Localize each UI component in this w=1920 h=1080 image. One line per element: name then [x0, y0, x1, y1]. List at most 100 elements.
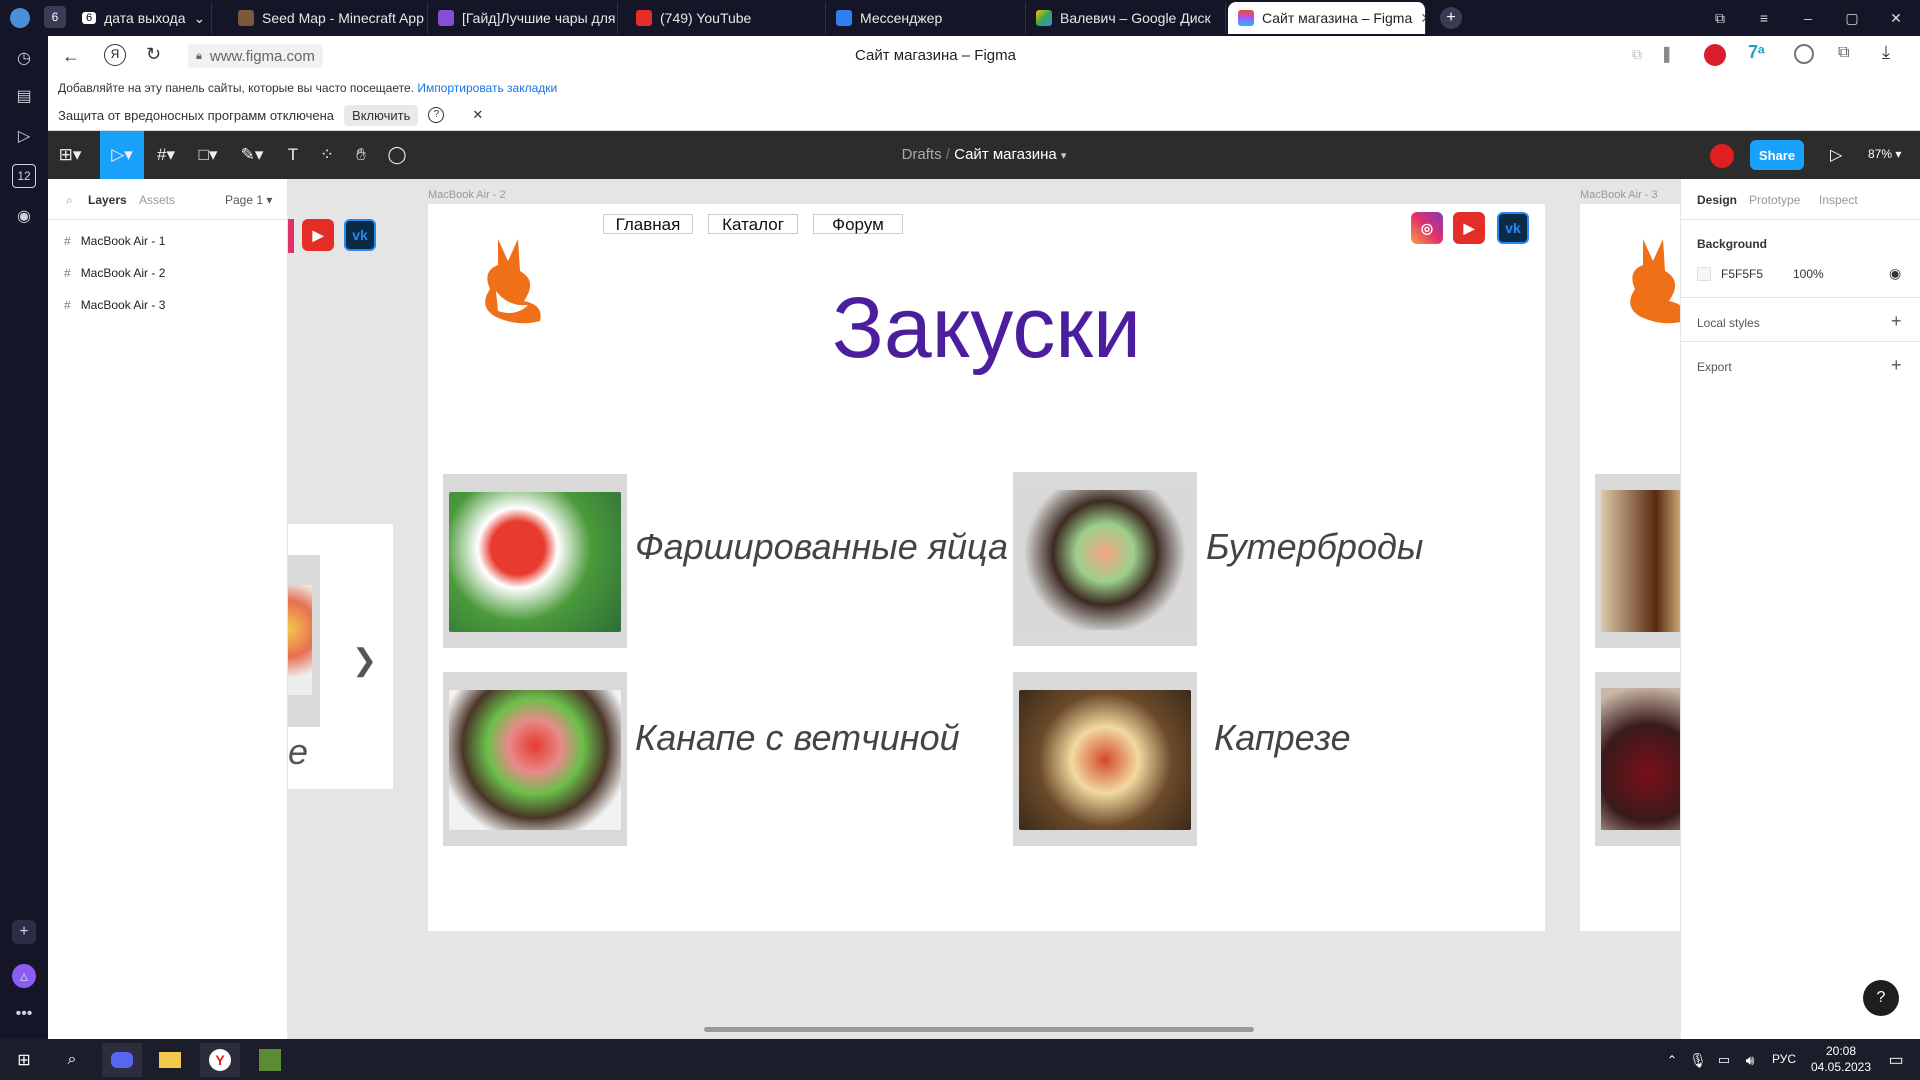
back-icon[interactable]: ←: [62, 46, 80, 67]
more-icon[interactable]: •••: [12, 1002, 36, 1026]
frame-1-header[interactable]: [288, 204, 393, 524]
window-close-icon[interactable]: ✕: [1876, 0, 1916, 36]
add-panel-icon[interactable]: +: [12, 920, 36, 944]
search-icon[interactable]: ⌕: [52, 1043, 92, 1077]
comment-tool-icon[interactable]: ◯: [382, 131, 412, 179]
tab-1[interactable]: Seed Map - Minecraft App: [228, 2, 428, 34]
language-indicator[interactable]: РУС: [1772, 1052, 1796, 1066]
product-image[interactable]: [1013, 472, 1197, 646]
nav-home[interactable]: Главная: [603, 214, 693, 234]
collections-icon[interactable]: ⧉: [1700, 0, 1740, 36]
product-image[interactable]: [443, 672, 627, 846]
tab-design[interactable]: Design: [1697, 193, 1737, 207]
components-icon[interactable]: ⁘: [312, 131, 342, 179]
avatar[interactable]: [1710, 144, 1734, 168]
tab-counter-badge[interactable]: 6: [44, 6, 66, 28]
layer-item[interactable]: # MacBook Air - 1: [64, 229, 284, 253]
address-field[interactable]: 🔒︎ www.figma.com: [188, 44, 323, 68]
youtube-icon[interactable]: ▶: [1453, 212, 1485, 244]
product-image[interactable]: [1595, 672, 1680, 846]
drafts-link[interactable]: Drafts: [902, 146, 942, 163]
layer-item[interactable]: # MacBook Air - 2: [64, 261, 284, 285]
background-opacity[interactable]: 100%: [1793, 267, 1824, 281]
logo[interactable]: [1595, 214, 1680, 344]
windows-start-icon[interactable]: ⊞: [4, 1043, 44, 1077]
minimize-icon[interactable]: –: [1788, 0, 1828, 36]
network-icon[interactable]: ▭: [1712, 1043, 1736, 1077]
shape-tool-icon[interactable]: □▾: [188, 131, 228, 179]
yandex-icon[interactable]: Я: [104, 44, 126, 66]
zoom-level[interactable]: 87% ▾: [1868, 147, 1901, 161]
import-bookmarks-link[interactable]: Импортировать закладки: [417, 81, 557, 95]
globe-icon[interactable]: [1794, 44, 1814, 64]
figma-canvas[interactable]: ▶ vk е ❯ MacBook Air - 2 Главная Каталог…: [288, 179, 1680, 1039]
add-export-icon[interactable]: +: [1891, 355, 1902, 376]
tab-assets[interactable]: Assets: [139, 193, 175, 207]
volume-icon[interactable]: 🔊︎: [1738, 1043, 1762, 1077]
tab-layers[interactable]: Layers: [88, 193, 127, 207]
nav-forum[interactable]: Форум: [813, 214, 903, 234]
youtube-icon[interactable]: ▶: [302, 219, 334, 251]
tab-prototype[interactable]: Prototype: [1749, 193, 1800, 207]
frame-tool-icon[interactable]: #▾: [146, 131, 186, 179]
bookmark-icon[interactable]: ❚: [1660, 44, 1673, 64]
file-name[interactable]: Сайт магазина: [954, 146, 1057, 163]
tab-3[interactable]: (749) YouTube: [626, 2, 826, 34]
frame-label[interactable]: MacBook Air - 2: [428, 189, 506, 201]
share-button[interactable]: Share: [1750, 140, 1804, 170]
discord-icon[interactable]: [102, 1043, 142, 1077]
extensions-icon[interactable]: ⧉: [1838, 44, 1849, 62]
product-image[interactable]: [443, 474, 627, 648]
calendar-icon[interactable]: 12: [12, 164, 36, 188]
download-icon[interactable]: ⤓: [1882, 42, 1890, 63]
file-explorer-icon[interactable]: [150, 1043, 190, 1077]
frame-macbook-air-3[interactable]: [1580, 204, 1680, 931]
tab-0[interactable]: 6 дата выхода ⌄: [72, 2, 212, 34]
help-circle-icon[interactable]: ?: [428, 107, 445, 123]
notifications-icon[interactable]: ▭: [1876, 1043, 1916, 1077]
close-icon[interactable]: ✕: [472, 107, 483, 123]
product-image[interactable]: [1595, 474, 1680, 648]
vk-icon[interactable]: vk: [344, 219, 376, 251]
product-name[interactable]: Капрезе: [1214, 717, 1351, 759]
product-name[interactable]: Бутерброды: [1206, 526, 1423, 568]
adblock-icon[interactable]: [1704, 44, 1726, 66]
play-icon[interactable]: ▷: [12, 124, 36, 148]
camera-icon[interactable]: ◉: [12, 204, 36, 228]
move-tool-icon[interactable]: ▷▾: [100, 131, 144, 179]
close-icon[interactable]: ✕: [1420, 10, 1425, 27]
present-icon[interactable]: ▷: [1830, 145, 1842, 165]
eye-icon[interactable]: ◉: [1889, 265, 1901, 282]
reload-icon[interactable]: ↻: [146, 44, 161, 65]
chevron-up-icon[interactable]: ⌃: [1660, 1043, 1684, 1077]
frame-macbook-air-2[interactable]: Главная Каталог Форум ◎ ▶ vk Закуски Фар…: [428, 204, 1545, 931]
instagram-icon[interactable]: [288, 219, 294, 253]
history-icon[interactable]: ◷: [12, 46, 36, 70]
maximize-icon[interactable]: ▢: [1832, 0, 1872, 36]
instagram-icon[interactable]: ◎: [1411, 212, 1443, 244]
minecraft-icon[interactable]: [250, 1043, 290, 1077]
tab-inspect[interactable]: Inspect: [1819, 193, 1858, 207]
add-style-icon[interactable]: +: [1891, 311, 1902, 332]
clock[interactable]: 20:08 04.05.2023: [1806, 1043, 1876, 1075]
tab-2[interactable]: [Гайд]Лучшие чары для в...: [428, 2, 618, 34]
hand-tool-icon[interactable]: ✋︎: [346, 131, 376, 179]
product-name[interactable]: Канапе с ветчиной: [635, 717, 960, 759]
notes-icon[interactable]: ▤: [12, 84, 36, 108]
page-selector[interactable]: Page 1 ▾: [225, 193, 272, 207]
tab-5[interactable]: Валевич – Google Диск: [1026, 2, 1226, 34]
alice-assistant-icon[interactable]: ▵: [12, 964, 36, 988]
enable-protection-button[interactable]: Включить: [344, 104, 419, 126]
search-icon[interactable]: ⌕: [66, 193, 73, 208]
figma-menu-icon[interactable]: ⊞▾: [48, 131, 92, 179]
menu-icon[interactable]: ≡: [1744, 0, 1784, 36]
horizontal-scrollbar[interactable]: [704, 1027, 1254, 1032]
frame-label[interactable]: MacBook Air - 3: [1580, 189, 1658, 201]
new-tab-icon[interactable]: +: [1440, 7, 1462, 29]
chevron-right-icon[interactable]: ❯: [352, 643, 377, 678]
product-image[interactable]: [1013, 672, 1197, 846]
pen-tool-icon[interactable]: ✎▾: [230, 131, 274, 179]
text-tool-icon[interactable]: T: [278, 131, 308, 179]
yandex-browser-icon[interactable]: Y: [200, 1043, 240, 1077]
chevron-down-icon[interactable]: ▾: [1061, 150, 1067, 162]
